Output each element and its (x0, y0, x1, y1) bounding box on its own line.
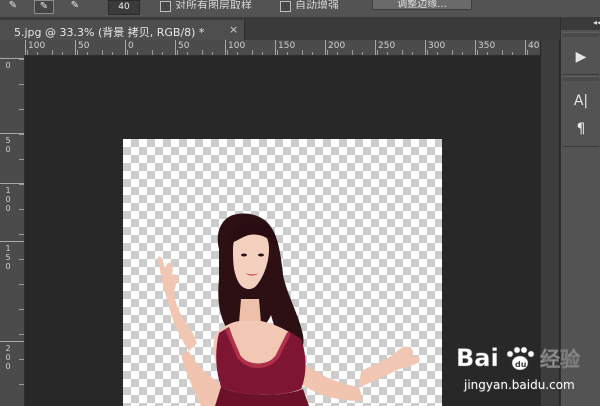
refine-edge-button[interactable]: 调整边缘... (372, 0, 472, 10)
ruler-major-tick (325, 40, 326, 55)
watermark-brand-pre: Bai (456, 344, 499, 372)
ruler-major-tick (125, 40, 126, 55)
horizontal-ruler[interactable]: 100 50 0 50 100 150 200 250 300 350 400 (24, 40, 540, 56)
panel-divider (563, 146, 599, 147)
ruler-label: 250 (378, 41, 396, 51)
sample-all-layers-label: 对所有图层取样 (175, 0, 252, 9)
add-to-selection-brush-icon[interactable]: ✎ (34, 0, 54, 14)
ruler-label: 50 (178, 41, 190, 51)
ruler-major-tick (0, 133, 24, 134)
auto-enhance-checkbox[interactable] (280, 1, 291, 12)
document-tab[interactable]: 5.jpg @ 33.3% (背景 拷贝, RGB/8) * × (0, 20, 245, 40)
ruler-label: 350 (478, 41, 496, 51)
ruler-origin[interactable] (0, 40, 25, 56)
ruler-major-tick (275, 40, 276, 55)
watermark-brand-post: 经验 (540, 347, 580, 371)
panel-divider (563, 74, 599, 75)
ruler-major-tick (525, 40, 526, 55)
ruler-major-tick (475, 40, 476, 55)
ruler-major-tick (175, 40, 176, 55)
brush-size-field[interactable]: 40 (108, 0, 140, 15)
ruler-major-tick (0, 341, 24, 342)
svg-text:du: du (515, 360, 527, 369)
watermark-url: jingyan.baidu.com (464, 378, 575, 392)
document-canvas[interactable] (123, 139, 442, 406)
paragraph-panel-icon[interactable]: ¶ (569, 119, 593, 139)
ruler-label: 200 (5, 344, 11, 371)
ruler-major-tick (75, 40, 76, 55)
ruler-label: 100 (28, 41, 46, 51)
options-bar: ✎ ✎ ✎ 40 对所有图层取样 自动增强 调整边缘... (0, 0, 600, 18)
new-selection-brush-icon[interactable]: ✎ (4, 0, 22, 12)
ruler-major-tick (25, 40, 26, 55)
subtract-from-selection-brush-icon[interactable]: ✎ (66, 0, 84, 12)
baidu-paw-logo: Bai du 经验 (456, 344, 580, 373)
ruler-major-tick (0, 241, 24, 242)
vertical-ruler[interactable]: 0 50 100 150 200 (0, 55, 25, 406)
ruler-label: 100 (5, 186, 11, 213)
ruler-label: 300 (428, 41, 446, 51)
panel-grip[interactable] (563, 32, 599, 37)
document-tab-bar: 5.jpg @ 33.3% (背景 拷贝, RGB/8) * × (0, 18, 560, 40)
ruler-label: 150 (5, 244, 11, 271)
ruler-major-tick (0, 183, 24, 184)
ruler-label: 0 (5, 61, 11, 70)
ruler-major-tick (375, 40, 376, 55)
ruler-label: 100 (228, 41, 246, 51)
ruler-label: 50 (78, 41, 90, 51)
panel-grip[interactable] (563, 76, 599, 81)
close-icon[interactable]: × (229, 23, 238, 36)
document-tab-title: 5.jpg @ 33.3% (背景 拷贝, RGB/8) * (14, 26, 205, 39)
ruler-label: 150 (278, 41, 296, 51)
ruler-label: 400 (528, 41, 540, 51)
baidu-jingyan-watermark: Bai du 经验 jingyan.baidu.com (456, 338, 596, 400)
ruler-label: 200 (328, 41, 346, 51)
ruler-major-tick (425, 40, 426, 55)
character-panel-icon[interactable]: A| (569, 91, 593, 111)
play-actions-icon[interactable]: ▶ (569, 47, 593, 67)
ruler-label: 0 (128, 41, 134, 51)
sample-all-layers-checkbox[interactable] (160, 1, 171, 12)
person-cutout-image (157, 213, 420, 406)
ruler-major-tick (0, 58, 24, 59)
ruler-label: 50 (5, 136, 11, 154)
panel-collapse-icon[interactable]: ◂◂ (561, 18, 600, 30)
ruler-major-tick (225, 40, 226, 55)
auto-enhance-label: 自动增强 (295, 0, 339, 9)
